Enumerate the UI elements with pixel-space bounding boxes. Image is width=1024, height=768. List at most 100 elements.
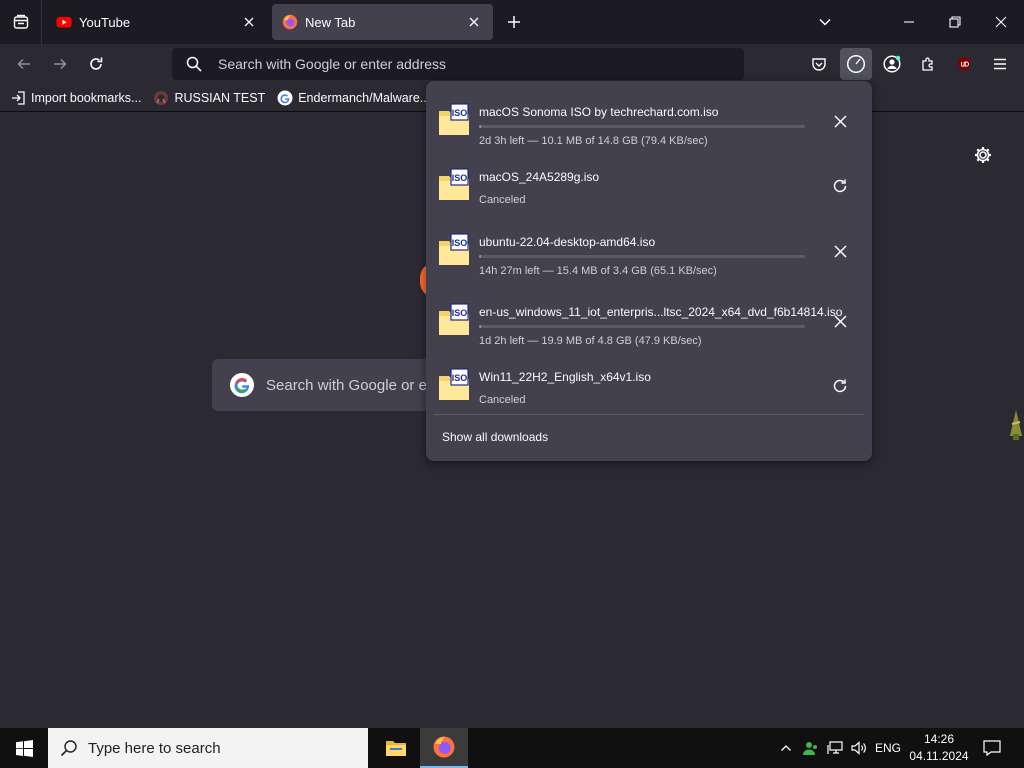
cancel-download-button[interactable]	[830, 311, 850, 331]
download-status: 2d 3h left — 10.1 MB of 14.8 GB (79.4 KB…	[479, 135, 708, 147]
chevron-down-icon	[819, 18, 831, 26]
account-icon	[883, 55, 901, 73]
hamburger-menu-icon	[994, 58, 1006, 70]
search-icon	[60, 740, 77, 757]
tab-new-tab[interactable]: New Tab	[272, 4, 493, 40]
close-tab-button[interactable]	[465, 13, 483, 31]
download-item[interactable]: ISO macOS Sonoma ISO by techrechard.com.…	[434, 89, 864, 151]
bookmark-import[interactable]: Import bookmarks...	[10, 90, 141, 106]
newtab-search-box[interactable]: Search with Google or e	[212, 359, 442, 411]
iso-label: ISO	[452, 308, 468, 318]
download-item[interactable]: ISO ubuntu-22.04-desktop-amd64.iso 14h 2…	[434, 219, 864, 281]
plus-icon	[508, 16, 520, 28]
close-icon	[833, 314, 847, 328]
download-status: Canceled	[479, 194, 526, 206]
iso-label: ISO	[452, 373, 468, 383]
download-filename: macOS_24A5289g.iso	[479, 170, 600, 184]
iso-label: ISO	[452, 108, 468, 118]
list-all-tabs-button[interactable]	[0, 0, 42, 44]
taskbar-search-placeholder: Type here to search	[88, 739, 221, 757]
address-input[interactable]	[218, 56, 718, 72]
iso-file-icon: ISO	[439, 368, 469, 400]
tray-volume[interactable]	[848, 728, 870, 768]
search-icon	[186, 56, 202, 72]
download-filename: Win11_22H2_English_x64v1.iso	[479, 370, 651, 384]
import-icon	[10, 90, 26, 106]
input-language[interactable]: ENG	[872, 728, 904, 768]
download-progress-fill	[479, 325, 481, 328]
download-filename: en-us_windows_11_iot_enterpris...ltsc_20…	[479, 305, 843, 319]
close-tab-button[interactable]	[240, 13, 258, 31]
retry-download-button[interactable]	[830, 176, 850, 196]
tab-strip: YouTube New Tab	[0, 0, 1024, 44]
back-button[interactable]	[8, 48, 40, 80]
account-button[interactable]	[876, 48, 908, 80]
download-progress-bar	[479, 325, 805, 328]
arrow-right-icon	[54, 58, 67, 70]
windows-taskbar: Type here to search ENG 14:26 04.11.2024	[0, 728, 1024, 768]
taskbar-file-explorer[interactable]	[372, 728, 420, 768]
start-button[interactable]	[0, 728, 48, 768]
cancel-download-button[interactable]	[830, 241, 850, 261]
puzzle-piece-icon	[922, 57, 933, 71]
app-menu-button[interactable]	[984, 48, 1016, 80]
show-hidden-icons-button[interactable]	[776, 728, 796, 768]
retry-download-button[interactable]	[830, 376, 850, 396]
minimize-button[interactable]	[886, 0, 932, 44]
taskbar-clock[interactable]: 14:26 04.11.2024	[906, 731, 972, 765]
download-status: 1d 2h left — 19.9 MB of 4.8 GB (47.9 KB/…	[479, 335, 702, 347]
download-progress-bar	[479, 125, 805, 128]
bookmark-label: RUSSIAN TEST	[174, 90, 266, 105]
chevron-up-icon	[781, 745, 791, 751]
tray-network[interactable]	[824, 728, 846, 768]
tray-people-app[interactable]	[800, 728, 822, 768]
download-progress-fill	[479, 255, 481, 258]
download-status: 14h 27m left — 15.4 MB of 3.4 GB (65.1 K…	[479, 265, 717, 277]
minimize-icon	[904, 21, 914, 23]
address-bar[interactable]	[172, 48, 744, 80]
bookmark-endermanch[interactable]: Endermanch/Malware...	[277, 90, 430, 106]
tab-youtube[interactable]: YouTube	[46, 4, 268, 40]
clock-time: 14:26	[923, 732, 955, 746]
download-progress-fill	[479, 125, 481, 128]
action-center-button[interactable]	[976, 728, 1008, 768]
cancel-download-button[interactable]	[830, 111, 850, 131]
show-all-downloads-button[interactable]: Show all downloads	[442, 430, 548, 444]
bookmark-label: Endermanch/Malware...	[298, 90, 431, 105]
download-status: Canceled	[479, 394, 526, 406]
speaker-icon	[851, 741, 866, 755]
google-icon	[277, 90, 293, 106]
github-octocat-icon	[153, 90, 169, 106]
ublock-origin-button[interactable]	[948, 48, 980, 80]
network-icon	[827, 741, 843, 754]
youtube-icon	[56, 17, 72, 28]
ublock-shield-icon	[958, 57, 970, 71]
download-item[interactable]: ISO macOS_24A5289g.iso Canceled	[434, 154, 864, 216]
arrow-left-icon	[17, 58, 30, 70]
download-progress-bar	[479, 255, 805, 258]
retry-icon	[833, 379, 847, 393]
google-icon	[230, 373, 254, 397]
restore-button[interactable]	[932, 0, 978, 44]
iso-file-icon: ISO	[439, 168, 469, 200]
extensions-button[interactable]	[912, 48, 944, 80]
save-to-pocket-button[interactable]	[803, 48, 835, 80]
taskbar-search-box[interactable]: Type here to search	[48, 728, 368, 768]
folder-icon	[386, 741, 406, 756]
iso-file-icon: ISO	[439, 233, 469, 265]
firefox-icon	[282, 14, 298, 30]
download-filename: macOS Sonoma ISO by techrechard.com.iso	[479, 105, 719, 119]
bookmark-russian-test[interactable]: RUSSIAN TEST	[153, 90, 265, 106]
gear-icon	[975, 147, 991, 163]
download-item[interactable]: ISO Win11_22H2_English_x64v1.iso Cancele…	[434, 354, 864, 416]
download-item[interactable]: ISO en-us_windows_11_iot_enterpris...lts…	[434, 289, 864, 351]
downloads-button[interactable]	[840, 48, 872, 80]
retry-icon	[833, 179, 847, 193]
tab-list-dropdown-button[interactable]	[802, 0, 848, 44]
close-window-button[interactable]	[978, 0, 1024, 44]
forward-button[interactable]	[44, 48, 76, 80]
reload-button[interactable]	[80, 48, 112, 80]
personalize-new-tab-button[interactable]	[972, 144, 994, 166]
taskbar-firefox[interactable]	[420, 728, 468, 768]
new-tab-button[interactable]	[502, 10, 526, 34]
